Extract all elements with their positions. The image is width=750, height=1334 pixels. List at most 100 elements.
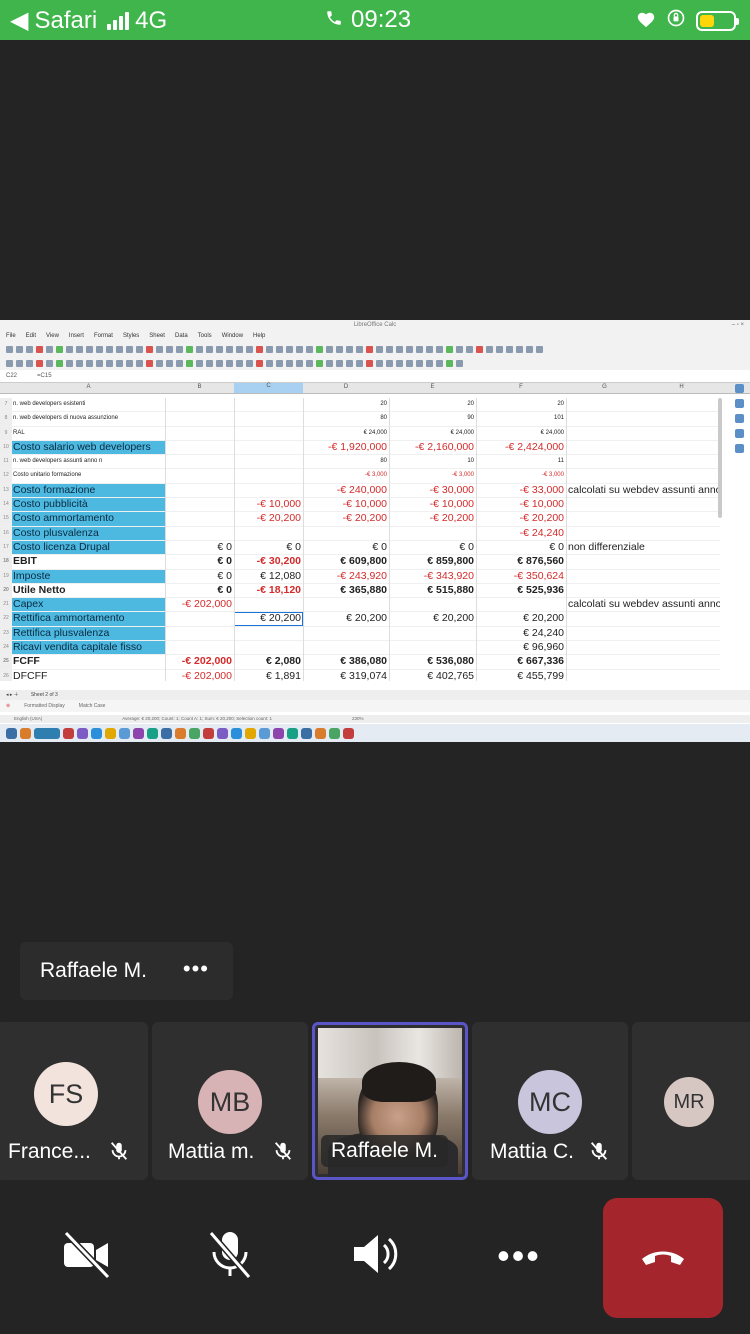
toolbar-icon[interactable] bbox=[186, 345, 193, 353]
cell-e[interactable]: € 536,080 bbox=[389, 655, 476, 668]
toolbar-icon[interactable] bbox=[226, 345, 233, 353]
row-number[interactable]: 22 bbox=[0, 612, 12, 626]
participant-tile[interactable]: FS France... bbox=[0, 1022, 148, 1180]
cell-d[interactable]: -€ 243,920 bbox=[303, 570, 389, 583]
toolbar-icon[interactable] bbox=[256, 359, 263, 367]
cell-b[interactable]: -€ 202,000 bbox=[165, 670, 234, 681]
toolbar-icon[interactable] bbox=[56, 345, 63, 353]
toolbar-icon[interactable] bbox=[306, 345, 313, 353]
menu-item[interactable]: Edit bbox=[26, 330, 36, 342]
cell-d[interactable]: -€ 10,000 bbox=[303, 498, 389, 511]
toolbar-icon[interactable] bbox=[346, 345, 353, 353]
cell-c[interactable]: -€ 18,120 bbox=[234, 584, 303, 597]
cell-b[interactable]: -€ 202,000 bbox=[165, 598, 234, 611]
row-label-cell[interactable]: Costo salario web developers bbox=[12, 440, 165, 455]
toolbar-icon[interactable] bbox=[536, 345, 543, 353]
participant-tile-active[interactable]: Raffaele M. bbox=[312, 1022, 468, 1180]
toolbar-icon[interactable] bbox=[516, 345, 523, 353]
toolbar-icon[interactable] bbox=[156, 345, 163, 353]
toolbar-icon[interactable] bbox=[6, 345, 13, 353]
toolbar-icon[interactable] bbox=[306, 359, 313, 367]
row-number[interactable]: 25 bbox=[0, 655, 12, 669]
toolbar-icon[interactable] bbox=[426, 345, 433, 353]
row-label-cell[interactable]: Costo formazione bbox=[12, 483, 165, 498]
cell-f[interactable]: € 24,000 bbox=[476, 427, 566, 440]
taskbar-app-icon[interactable] bbox=[91, 727, 102, 739]
taskbar-app-icon[interactable] bbox=[77, 727, 88, 739]
back-app-label[interactable]: Safari bbox=[34, 7, 97, 35]
row-number[interactable]: 14 bbox=[0, 498, 12, 512]
cell-e[interactable]: -€ 20,200 bbox=[389, 512, 476, 525]
toolbar-icon[interactable] bbox=[336, 345, 343, 353]
toolbar-icon[interactable] bbox=[456, 345, 463, 353]
cell-e[interactable]: -€ 30,000 bbox=[389, 484, 476, 497]
row-number[interactable]: 10 bbox=[0, 440, 12, 455]
cell-d[interactable]: € 386,080 bbox=[303, 655, 389, 668]
toolbar-icon[interactable] bbox=[386, 359, 393, 367]
cell-e[interactable]: € 859,800 bbox=[389, 555, 476, 568]
taskbar-app-icon[interactable] bbox=[217, 727, 228, 739]
row-label-cell[interactable]: Costo ammortamento bbox=[12, 512, 165, 526]
taskbar-app-icon[interactable] bbox=[20, 727, 31, 739]
toolbar-icon[interactable] bbox=[36, 359, 43, 367]
toolbar-icon[interactable] bbox=[176, 359, 183, 367]
taskbar-app-icon[interactable] bbox=[329, 727, 340, 739]
toolbar-icon[interactable] bbox=[466, 345, 473, 353]
toolbar-icon[interactable] bbox=[216, 345, 223, 353]
toolbar-icon[interactable] bbox=[146, 345, 153, 353]
cell-e[interactable]: 10 bbox=[389, 455, 476, 468]
toolbar-icon[interactable] bbox=[86, 345, 93, 353]
menu-item[interactable]: Tools bbox=[198, 330, 212, 342]
row-number[interactable]: 19 bbox=[0, 569, 12, 583]
row-label-cell[interactable]: Capex bbox=[12, 598, 165, 612]
menu-item[interactable]: Sheet bbox=[149, 330, 165, 342]
cell-c[interactable]: € 1,891 bbox=[234, 670, 303, 681]
cell-c[interactable]: -€ 10,000 bbox=[234, 498, 303, 511]
cell-f[interactable]: -€ 33,000 bbox=[476, 484, 566, 497]
taskbar-app-icon[interactable] bbox=[133, 727, 144, 739]
toolbar-icon[interactable] bbox=[96, 345, 103, 353]
speaker-more-button[interactable]: ••• bbox=[183, 956, 209, 982]
row-number[interactable]: 26 bbox=[0, 669, 12, 681]
cell-f[interactable]: € 876,560 bbox=[476, 555, 566, 568]
toolbar-icon[interactable] bbox=[156, 359, 163, 367]
toolbar-icon[interactable] bbox=[206, 359, 213, 367]
toolbar-icon[interactable] bbox=[246, 359, 253, 367]
menu-item[interactable]: View bbox=[46, 330, 59, 342]
cell-c[interactable]: -€ 20,200 bbox=[234, 512, 303, 525]
cell-e[interactable]: -€ 2,160,000 bbox=[389, 441, 476, 454]
toolbar-icon[interactable] bbox=[476, 345, 483, 353]
speaker-button[interactable] bbox=[315, 1196, 435, 1316]
cell-d[interactable]: -€ 240,000 bbox=[303, 484, 389, 497]
toolbar-icon[interactable] bbox=[116, 359, 123, 367]
toolbar-icon[interactable] bbox=[256, 345, 263, 353]
cell-d[interactable]: € 609,800 bbox=[303, 555, 389, 568]
toolbar-icon[interactable] bbox=[86, 359, 93, 367]
cell-f[interactable]: -€ 350,624 bbox=[476, 570, 566, 583]
toolbar-icon[interactable] bbox=[196, 359, 203, 367]
toolbar-icon[interactable] bbox=[506, 345, 513, 353]
cell-b[interactable]: -€ 202,000 bbox=[165, 655, 234, 668]
toolbar-icon[interactable] bbox=[366, 359, 373, 367]
toolbar-icon[interactable] bbox=[426, 359, 433, 367]
taskbar-app-icon[interactable] bbox=[231, 727, 242, 739]
toolbar-icon[interactable] bbox=[276, 345, 283, 353]
cell-d[interactable]: 20 bbox=[303, 398, 389, 411]
toolbar-icon[interactable] bbox=[406, 359, 413, 367]
toolbar-icon[interactable] bbox=[356, 359, 363, 367]
row-number[interactable]: 12 bbox=[0, 469, 12, 483]
row-number[interactable]: 17 bbox=[0, 540, 12, 555]
toolbar-icon[interactable] bbox=[246, 345, 253, 353]
taskbar-app-icon[interactable] bbox=[259, 727, 270, 739]
toolbar-icon[interactable] bbox=[106, 345, 113, 353]
toolbar-icon[interactable] bbox=[436, 345, 443, 353]
cell-b[interactable]: € 0 bbox=[165, 570, 234, 583]
row-label-cell[interactable]: Rettifica ammortamento bbox=[12, 612, 165, 626]
cell-g[interactable]: non differenziale bbox=[566, 541, 720, 554]
cell-d[interactable]: € 24,000 bbox=[303, 427, 389, 440]
row-label-cell[interactable]: FCFF bbox=[12, 655, 165, 668]
row-label-cell[interactable]: Costo unitario formazione bbox=[12, 469, 165, 482]
column-header[interactable]: D bbox=[303, 384, 389, 390]
participant-tile[interactable]: MC Mattia C. bbox=[472, 1022, 628, 1180]
cell-f[interactable]: -€ 24,240 bbox=[476, 527, 566, 540]
